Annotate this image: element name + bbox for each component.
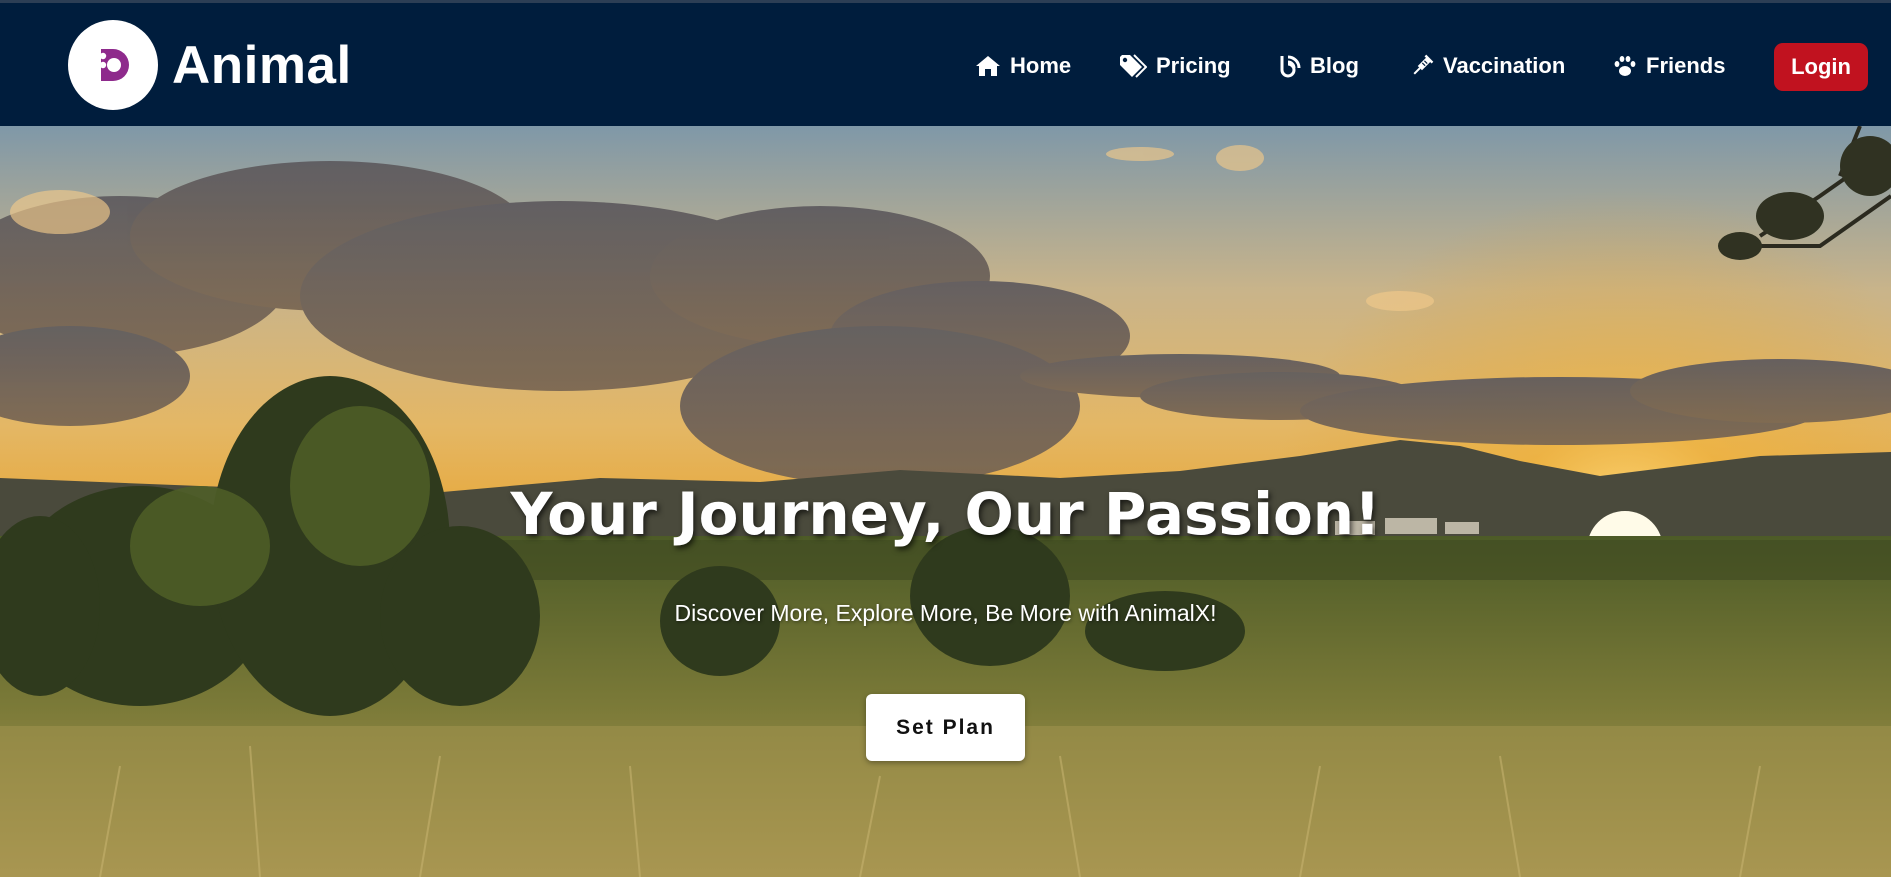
navbar: Animal Home Pricing Blog Vaccination Fri… [0, 0, 1891, 126]
nav-vaccination-label: Vaccination [1443, 53, 1566, 78]
hero-subtitle: Discover More, Explore More, Be More wit… [674, 600, 1217, 626]
login-button[interactable]: Login [1774, 43, 1868, 91]
hero-section: Your Journey, Our Passion! Discover More… [0, 126, 1891, 877]
nav-pricing-label: Pricing [1156, 53, 1231, 78]
nav-home[interactable]: Home [975, 45, 1071, 87]
nav-blog-label: Blog [1310, 53, 1359, 78]
hero-content: Your Journey, Our Passion! Discover More… [0, 126, 1891, 877]
home-icon [976, 56, 1000, 76]
nav-blog[interactable]: Blog [1279, 45, 1359, 87]
nav-home-label: Home [1010, 53, 1072, 78]
paw-icon [1614, 56, 1636, 76]
main-nav: Home Pricing Blog Vaccination Friends [0, 45, 1891, 87]
nav-pricing[interactable]: Pricing [1119, 45, 1231, 87]
blog-icon [1280, 55, 1301, 78]
set-plan-button[interactable]: Set Plan [866, 694, 1025, 761]
nav-friends-label: Friends [1646, 53, 1726, 78]
nav-friends[interactable]: Friends [1613, 45, 1725, 87]
nav-vaccination[interactable]: Vaccination [1410, 45, 1565, 87]
tag-icon [1120, 54, 1147, 78]
syringe-icon [1413, 54, 1434, 75]
hero-title: Your Journey, Our Passion! [510, 480, 1381, 548]
